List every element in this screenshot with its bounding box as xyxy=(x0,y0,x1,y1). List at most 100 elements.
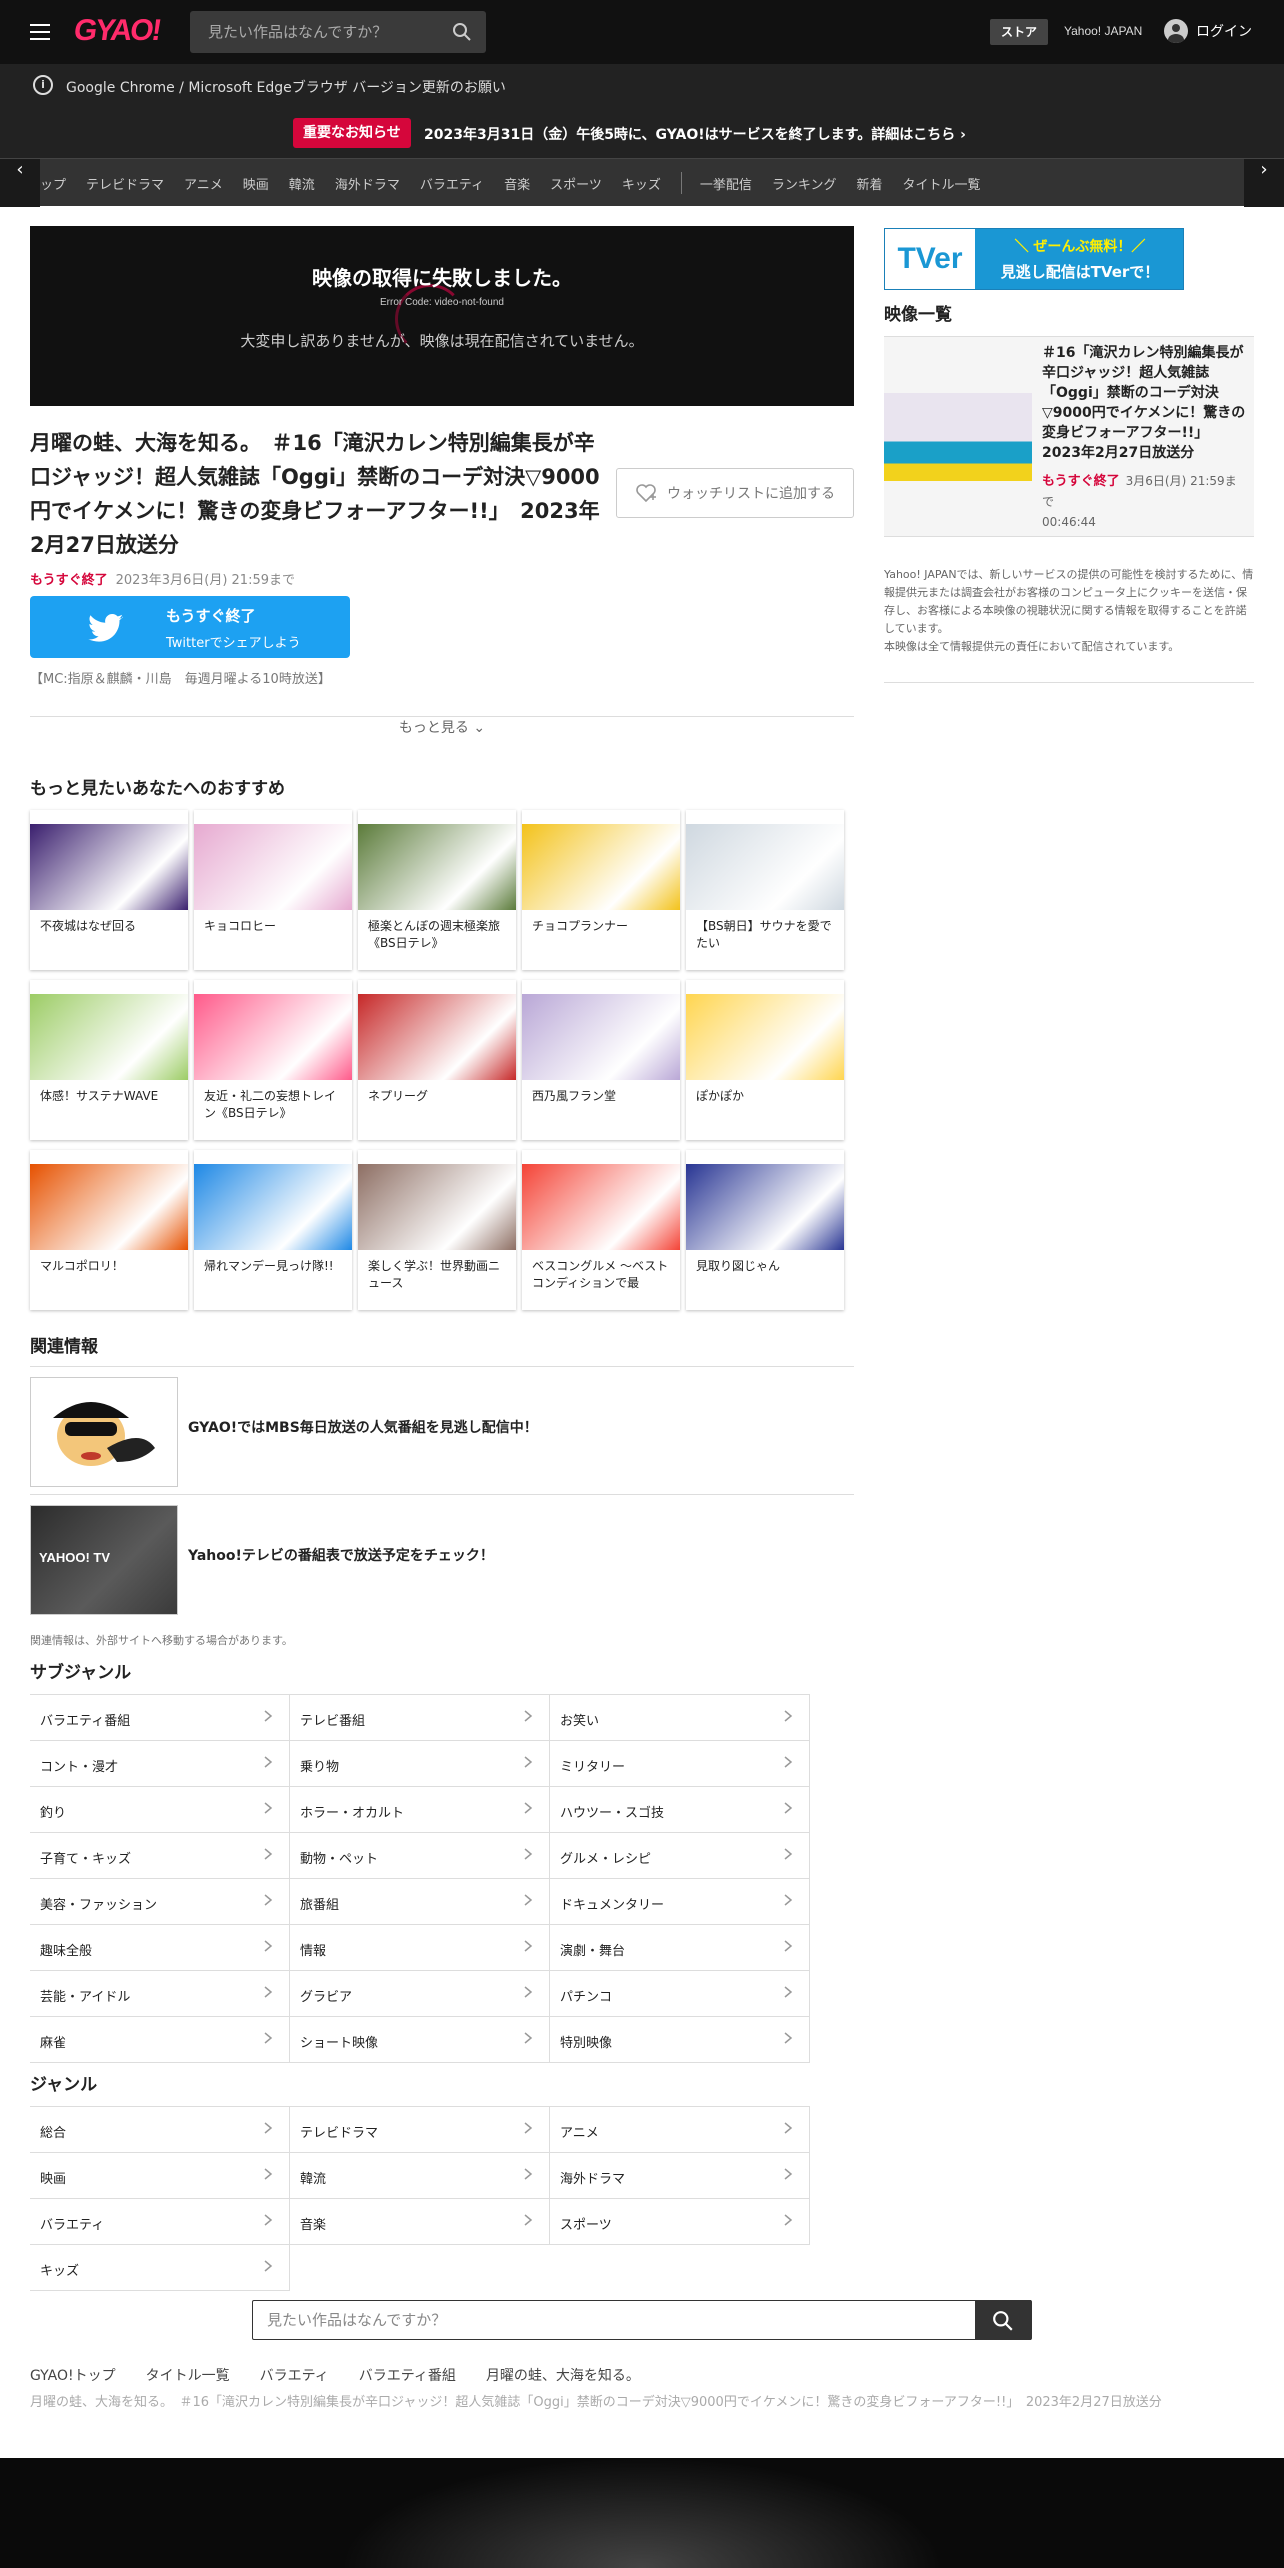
breadcrumb-top[interactable]: GYAO!トップ xyxy=(30,2365,116,2385)
chevron-right-icon xyxy=(784,2032,793,2044)
recommend-card[interactable]: チョコプランナー xyxy=(522,810,680,970)
browser-notice-text[interactable]: Google Chrome / Microsoft Edgeブラウザ バージョン… xyxy=(66,77,506,97)
recommend-card[interactable]: 帰れマンデー見っけ隊!! xyxy=(194,1150,352,1310)
subgenre-link[interactable]: 趣味全般 xyxy=(30,1925,290,1971)
nav-item-korea[interactable]: 韓流 xyxy=(289,174,315,193)
subgenre-link[interactable]: グルメ・レシピ xyxy=(550,1833,810,1879)
recommend-card[interactable]: 楽しく学ぶ！世界動画ニュース xyxy=(358,1150,516,1310)
chevron-right-icon xyxy=(524,2122,533,2134)
genre-link[interactable]: 海外ドラマ xyxy=(550,2153,810,2199)
important-badge: 重要なお知らせ xyxy=(293,118,411,148)
nav-item-movie[interactable]: 映画 xyxy=(243,174,269,193)
chevron-right-icon xyxy=(264,1848,273,1860)
video-list-item[interactable]: ＃16「滝沢カレン特別編集長が辛口ジャッジ！超人気雑誌「Oggi」禁断のコーデ対… xyxy=(884,336,1254,536)
watchlist-button[interactable]: ウォッチリストに追加する xyxy=(616,468,854,518)
recommend-card[interactable]: マルコポロリ！ xyxy=(30,1150,188,1310)
genre-link[interactable]: 総合 xyxy=(30,2107,290,2153)
breadcrumb-title-list[interactable]: タイトル一覧 xyxy=(146,2365,230,2385)
recommend-card[interactable]: 見取り図じゃん xyxy=(686,1150,844,1310)
subgenre-link[interactable]: ショート映像 xyxy=(290,2017,550,2063)
recommend-card[interactable]: 【BS朝日】サウナを愛でたい xyxy=(686,810,844,970)
genre-link[interactable]: バラエティ xyxy=(30,2199,290,2245)
tver-banner[interactable]: TVer ＼ ぜーんぶ無料！／ 見逃し配信はTVerで！ xyxy=(884,228,1184,290)
genre-link[interactable]: 音楽 xyxy=(290,2199,550,2245)
nav-item-anime[interactable]: アニメ xyxy=(184,174,223,193)
subgenre-link[interactable]: 情報 xyxy=(290,1925,550,1971)
subgenre-link[interactable]: 芸能・アイドル xyxy=(30,1971,290,2017)
divider xyxy=(884,536,1254,537)
twitter-share-button[interactable]: もうすぐ終了 Twitterでシェアしよう xyxy=(30,596,350,658)
recommend-card[interactable]: ぽかぽか xyxy=(686,980,844,1140)
recommend-card[interactable]: 友近・礼二の妄想トレイン《BS日テレ》 xyxy=(194,980,352,1140)
search-input[interactable] xyxy=(190,11,440,53)
subgenre-link[interactable]: ホラー・オカルト xyxy=(290,1787,550,1833)
genre-link[interactable]: 韓流 xyxy=(290,2153,550,2199)
recommend-card[interactable]: 西乃風フラン堂 xyxy=(522,980,680,1140)
recommend-card[interactable]: 極楽とんぼの週末極楽旅《BS日テレ》 xyxy=(358,810,516,970)
yahoo-japan-link[interactable]: Yahoo! JAPAN xyxy=(1064,24,1142,38)
search-icon[interactable] xyxy=(452,22,472,42)
subgenre-link[interactable]: 釣り xyxy=(30,1787,290,1833)
subgenre-link[interactable]: 麻雀 xyxy=(30,2017,290,2063)
genre-link[interactable]: キッズ xyxy=(30,2245,290,2291)
subgenre-link[interactable]: コント・漫才 xyxy=(30,1741,290,1787)
store-button[interactable]: ストア xyxy=(990,19,1048,45)
more-button[interactable]: もっと見る ⌄ xyxy=(30,716,854,766)
related-item-mbs[interactable]: GYAO!ではMBS毎日放送の人気番組を見逃し配信中！ xyxy=(30,1366,854,1494)
genre-link[interactable]: 映画 xyxy=(30,2153,290,2199)
nav-right-arrow-icon[interactable]: › xyxy=(1244,159,1284,207)
subgenre-link[interactable]: お笑い xyxy=(550,1695,810,1741)
gyao-logo[interactable]: GYAO! xyxy=(72,14,162,48)
subgenre-link[interactable]: 演劇・舞台 xyxy=(550,1925,810,1971)
nav-item-kids[interactable]: キッズ xyxy=(622,174,661,193)
subgenre-link[interactable]: パチンコ xyxy=(550,1971,810,2017)
breadcrumb-variety[interactable]: バラエティ xyxy=(260,2365,329,2385)
subgenre-link[interactable]: グラビア xyxy=(290,1971,550,2017)
important-notice-link[interactable]: 2023年3月31日（金）午後5時に、GYAO!はサービスを終了します。詳細はこ… xyxy=(424,124,966,144)
menu-icon[interactable] xyxy=(30,24,50,40)
browser-notice-bar[interactable]: i Google Chrome / Microsoft Edgeブラウザ バージ… xyxy=(0,64,1284,108)
subgenre-link[interactable]: ミリタリー xyxy=(550,1741,810,1787)
nav-item-music[interactable]: 音楽 xyxy=(504,174,530,193)
subgenre-link[interactable]: 動物・ペット xyxy=(290,1833,550,1879)
nav-item-drama[interactable]: テレビドラマ xyxy=(86,174,164,193)
breadcrumb-variety-program[interactable]: バラエティ番組 xyxy=(359,2365,456,2385)
subgenre-link[interactable]: ハウツー・スゴ技 xyxy=(550,1787,810,1833)
player-error-message: 大変申し訳ありませんが、映像は現在配信されていません。 xyxy=(240,332,644,350)
bottom-search-input[interactable] xyxy=(253,2301,973,2339)
genre-link[interactable]: アニメ xyxy=(550,2107,810,2153)
nav-item-top[interactable]: ップ xyxy=(40,174,66,193)
bottom-search-button[interactable] xyxy=(975,2300,1031,2340)
nav-item-binge[interactable]: 一挙配信 xyxy=(700,174,752,193)
yahoo-tv-logo: YAHOO! TV xyxy=(39,1550,111,1565)
nav-item-ranking[interactable]: ランキング xyxy=(772,174,837,193)
breadcrumb-series[interactable]: 月曜の蛙、大海を知る。 xyxy=(486,2365,640,2385)
nav-item-sports[interactable]: スポーツ xyxy=(550,174,602,193)
related-item-yahoo-tv[interactable]: YAHOO! TV Yahoo!テレビの番組表で放送予定をチェック！ xyxy=(30,1494,854,1622)
recommend-card[interactable]: 体感！サステナWAVE xyxy=(30,980,188,1140)
nav-item-overseas[interactable]: 海外ドラマ xyxy=(335,174,400,193)
subgenre-link[interactable]: 美容・ファッション xyxy=(30,1879,290,1925)
subgenre-link[interactable]: テレビ番組 xyxy=(290,1695,550,1741)
login-button[interactable]: ログイン xyxy=(1164,19,1252,43)
video-player[interactable]: 映像の取得に失敗しました。 Error Code: video-not-foun… xyxy=(30,226,854,406)
subgenre-link[interactable]: バラエティ番組 xyxy=(30,1695,290,1741)
nav-left-arrow-icon[interactable]: ‹ xyxy=(0,159,40,207)
nav-item-title-list[interactable]: タイトル一覧 xyxy=(903,174,981,193)
nav-item-variety[interactable]: バラエティ xyxy=(420,174,484,193)
recommend-card[interactable]: 不夜城はなぜ回る xyxy=(30,810,188,970)
genre-link[interactable]: スポーツ xyxy=(550,2199,810,2245)
nav-item-new[interactable]: 新着 xyxy=(856,174,882,193)
subgenre-link[interactable]: ドキュメンタリー xyxy=(550,1879,810,1925)
subgenre-link[interactable]: 乗り物 xyxy=(290,1741,550,1787)
subgenre-link[interactable]: 旅番組 xyxy=(290,1879,550,1925)
genre-link[interactable]: テレビドラマ xyxy=(290,2107,550,2153)
recommend-card[interactable]: ベスコングルメ 〜ベストコンディションで最 xyxy=(522,1150,680,1310)
recommend-card[interactable]: ネプリーグ xyxy=(358,980,516,1140)
subgenre-label: 演劇・舞台 xyxy=(560,1944,626,1959)
recommend-label: 見取り図じゃん xyxy=(696,1259,781,1273)
subgenre-link[interactable]: 特別映像 xyxy=(550,2017,810,2063)
subgenre-link[interactable]: 子育て・キッズ xyxy=(30,1833,290,1879)
episode-availability: もうすぐ終了 2023年3月6日(月) 21:59まで xyxy=(30,569,295,588)
recommend-card[interactable]: キョコロヒー xyxy=(194,810,352,970)
